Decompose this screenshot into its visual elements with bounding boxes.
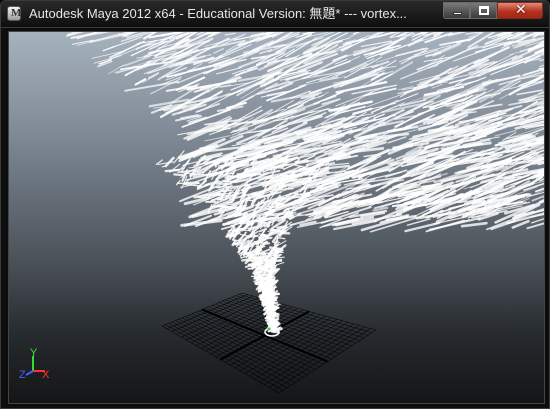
close-button[interactable]: ✕ [497, 2, 543, 19]
maximize-icon [479, 6, 489, 15]
minimize-icon [453, 12, 462, 15]
window-title: Autodesk Maya 2012 x64 - Educational Ver… [29, 6, 407, 21]
y-axis-label: Y [30, 347, 38, 359]
axis-indicator: Y X Z [19, 347, 50, 381]
maya-icon[interactable]: M [7, 6, 21, 21]
close-icon: ✕ [515, 2, 527, 18]
maximize-button[interactable] [470, 2, 497, 19]
x-axis-label: X [42, 369, 50, 381]
particle-vortex [65, 32, 544, 337]
z-axis-label: Z [19, 369, 26, 381]
z-axis-line [25, 370, 34, 376]
maya-window: M Autodesk Maya 2012 x64 - Educational V… [0, 0, 550, 409]
title-bar[interactable]: M Autodesk Maya 2012 x64 - Educational V… [1, 1, 549, 28]
minimize-button[interactable] [443, 2, 470, 19]
3d-viewport[interactable]: Y X Z [8, 31, 545, 404]
